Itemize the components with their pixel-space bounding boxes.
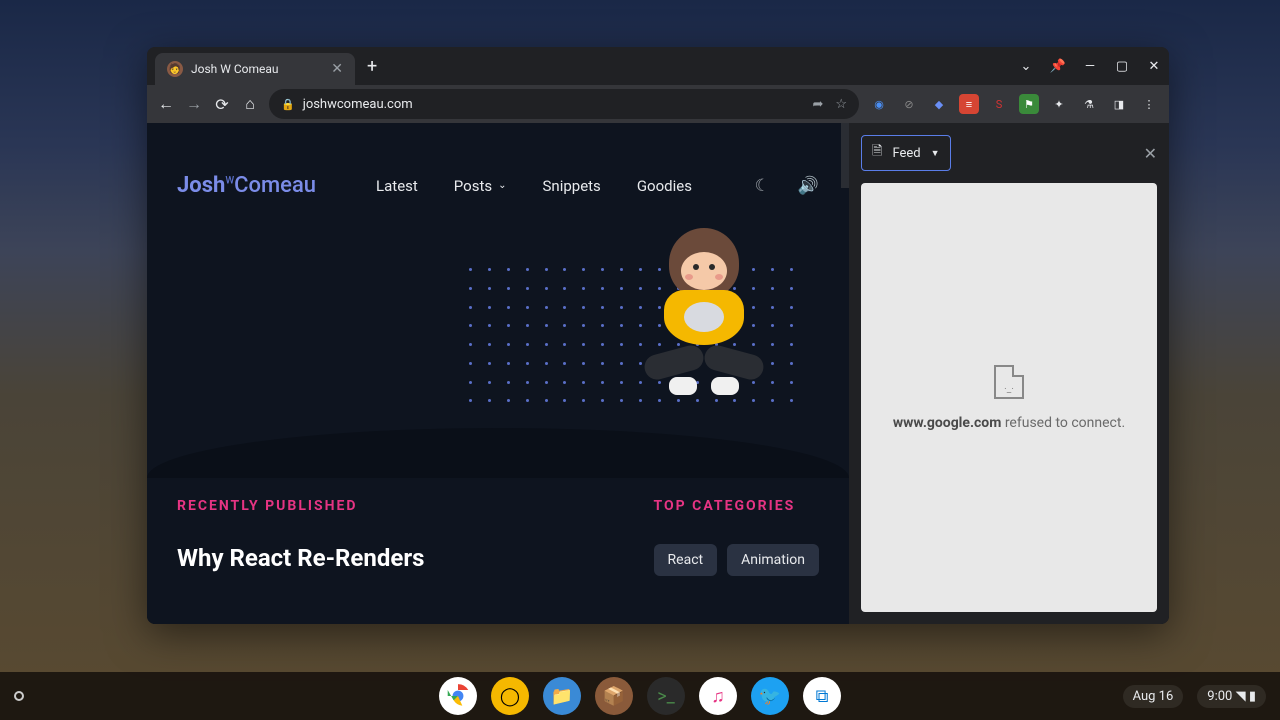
section-heading-recent: RECENTLY PUBLISHED: [177, 498, 574, 514]
extensions-menu-icon[interactable]: ✦: [1049, 94, 1069, 114]
chevron-down-icon: ▼: [931, 148, 940, 159]
minimize-icon[interactable]: —: [1083, 59, 1097, 74]
labs-icon[interactable]: ⚗: [1079, 94, 1099, 114]
extension-icon[interactable]: ⚑: [1019, 94, 1039, 114]
chevron-down-icon: ⌄: [498, 180, 506, 191]
share-icon[interactable]: ➦: [812, 97, 823, 112]
article-title[interactable]: Why React Re-Renders: [177, 544, 574, 572]
app-icon[interactable]: ◯: [491, 677, 529, 715]
extension-icon[interactable]: ≡: [959, 94, 979, 114]
chrome-icon[interactable]: [439, 677, 477, 715]
maximize-icon[interactable]: ▢: [1115, 59, 1129, 74]
nav-latest[interactable]: Latest: [376, 177, 418, 195]
date-display[interactable]: Aug 16: [1123, 685, 1184, 708]
browser-toolbar: ← → ⟳ ⌂ 🔒 joshwcomeau.com ➦ ☆ ◉ ⊘ ◆ ≡ S …: [147, 85, 1169, 123]
files-icon[interactable]: 📁: [543, 677, 581, 715]
tab-title: Josh W Comeau: [191, 62, 323, 76]
feed-selector[interactable]: 🗎 Feed ▼: [861, 135, 951, 171]
twitter-icon[interactable]: 🐦: [751, 677, 789, 715]
extension-icon[interactable]: ◆: [929, 94, 949, 114]
time-status[interactable]: 9:00 ◥ ▮: [1197, 685, 1266, 708]
chevron-down-icon[interactable]: ⌄: [1019, 59, 1033, 74]
nav-posts[interactable]: Posts ⌄: [454, 177, 507, 195]
panel-content: www.google.com refused to connect.: [861, 183, 1157, 612]
home-button[interactable]: ⌂: [241, 94, 259, 114]
app-icon[interactable]: 📦: [595, 677, 633, 715]
menu-icon[interactable]: ⋮: [1139, 94, 1159, 114]
system-tray: Aug 16 9:00 ◥ ▮: [1123, 685, 1266, 708]
wifi-icon: ◥: [1236, 689, 1246, 704]
lock-icon: 🔒: [281, 98, 295, 111]
pin-icon[interactable]: 📌: [1051, 59, 1065, 74]
titlebar: 🧑 Josh W Comeau ✕ + ⌄ 📌 — ▢ ✕: [147, 47, 1169, 85]
extensions-area: ◉ ⊘ ◆ ≡ S ⚑ ✦ ⚗ ◨ ⋮: [869, 94, 1159, 114]
webpage: JoshWComeau Latest Posts ⌄ Snippets Good…: [147, 123, 849, 624]
nav-goodies[interactable]: Goodies: [637, 177, 692, 195]
sound-icon[interactable]: 🔊: [798, 176, 819, 196]
broken-page-icon: [994, 365, 1024, 399]
scrollbar[interactable]: [841, 123, 849, 188]
forward-button[interactable]: →: [185, 94, 203, 114]
new-tab-button[interactable]: +: [367, 56, 377, 77]
browser-tab[interactable]: 🧑 Josh W Comeau ✕: [155, 53, 355, 85]
section-heading-categories: TOP CATEGORIES: [654, 498, 819, 514]
battery-icon: ▮: [1249, 689, 1256, 704]
close-panel-icon[interactable]: ✕: [1144, 144, 1157, 163]
bookmark-icon[interactable]: ☆: [835, 97, 847, 112]
avatar-illustration: [629, 228, 779, 438]
back-button[interactable]: ←: [157, 94, 175, 114]
site-header: JoshWComeau Latest Posts ⌄ Snippets Good…: [147, 123, 849, 228]
taskbar: ◯ 📁 📦 >_ ♫ 🐦 ⧉ Aug 16 9:00 ◥ ▮: [0, 672, 1280, 720]
terminal-icon[interactable]: >_: [647, 677, 685, 715]
url-text: joshwcomeau.com: [303, 97, 413, 112]
side-panel-icon[interactable]: ◨: [1109, 94, 1129, 114]
extension-icon[interactable]: ⊘: [899, 94, 919, 114]
tag-animation[interactable]: Animation: [727, 544, 819, 576]
tag-react[interactable]: React: [654, 544, 718, 576]
favicon-icon: 🧑: [167, 61, 183, 77]
reload-button[interactable]: ⟳: [213, 95, 231, 114]
address-bar[interactable]: 🔒 joshwcomeau.com ➦ ☆: [269, 89, 859, 119]
dock: ◯ 📁 📦 >_ ♫ 🐦 ⧉: [439, 677, 841, 715]
music-icon[interactable]: ♫: [699, 677, 737, 715]
vscode-icon[interactable]: ⧉: [803, 677, 841, 715]
extension-icon[interactable]: S: [989, 94, 1009, 114]
hero-section: [147, 228, 849, 478]
content-area: JoshWComeau Latest Posts ⌄ Snippets Good…: [147, 123, 1169, 624]
window-controls: ⌄ 📌 — ▢ ✕: [1019, 59, 1161, 74]
side-panel: 🗎 Feed ▼ ✕ www.google.com refused to con…: [849, 123, 1169, 624]
close-tab-icon[interactable]: ✕: [331, 61, 343, 77]
site-nav: Latest Posts ⌄ Snippets Goodies: [376, 177, 692, 195]
launcher-icon[interactable]: [14, 691, 24, 701]
nav-snippets[interactable]: Snippets: [543, 177, 601, 195]
document-icon: 🗎: [872, 142, 882, 164]
error-message: www.google.com refused to connect.: [893, 415, 1125, 431]
dark-mode-icon[interactable]: ☾: [755, 176, 770, 196]
chrome-window: 🧑 Josh W Comeau ✕ + ⌄ 📌 — ▢ ✕ ← → ⟳ ⌂ 🔒 …: [147, 47, 1169, 624]
site-logo[interactable]: JoshWComeau: [177, 173, 316, 198]
extension-icon[interactable]: ◉: [869, 94, 889, 114]
close-window-icon[interactable]: ✕: [1147, 59, 1161, 74]
